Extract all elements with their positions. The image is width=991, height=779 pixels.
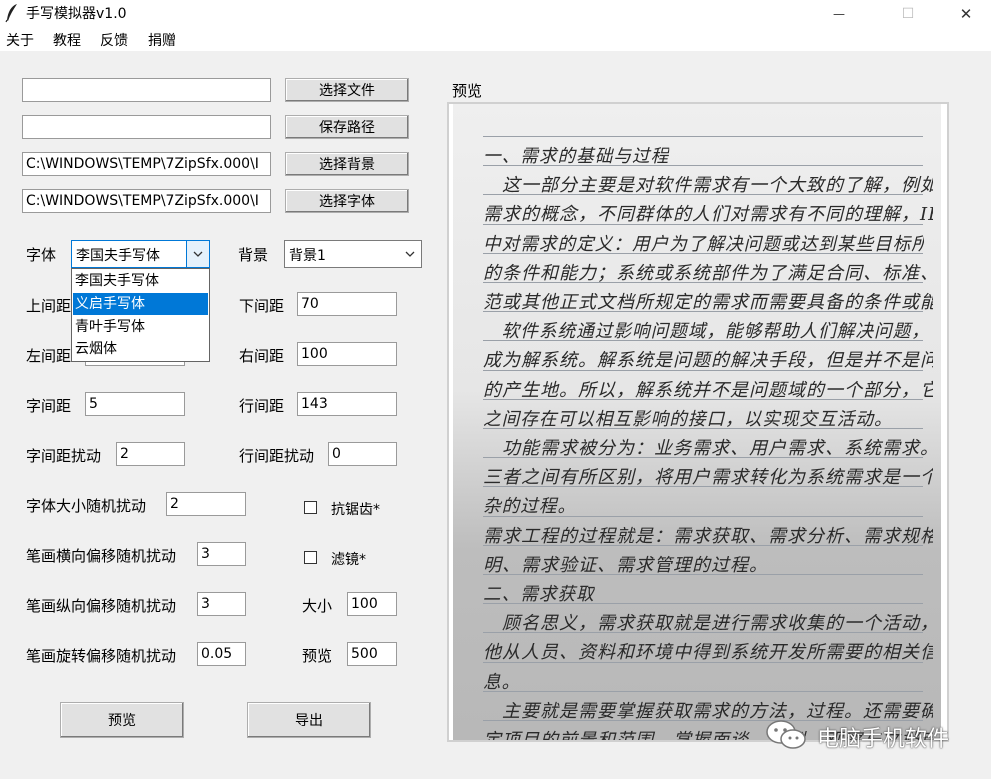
save-path-button[interactable]: 保存路径 [285,115,409,139]
select-background-button[interactable]: 选择背景 [285,152,409,176]
line-spacing-jitter-input[interactable]: 0 [328,442,397,466]
menu-tutorial[interactable]: 教程 [53,30,81,50]
chevron-down-icon[interactable] [186,241,209,267]
handwritten-line: 这一部分主要是对软件需求有一个大致的了解，例如 [483,175,933,197]
top-margin-label: 上间距 [26,297,72,315]
preview-image: 一、需求的基础与过程 这一部分主要是对软件需求有一个大致的了解，例如 需求的概念，… [447,102,949,742]
filter-checkbox[interactable] [304,551,317,564]
save-path-input[interactable] [22,115,271,139]
right-margin-input[interactable]: 100 [297,342,397,366]
title-bar: 手写模拟器v1.0 — ☐ ✕ [0,0,991,27]
preview-panel-label: 预览 [452,82,483,100]
background-select[interactable]: 背景1 [284,240,422,268]
stroke-v-jitter-label: 笔画纵向偏移随机扰动 [26,597,177,615]
char-spacing-label: 字间距 [26,397,72,415]
font-size-jitter-label: 字体大小随机扰动 [26,497,147,515]
background-path-input[interactable]: C:\WINDOWS\TEMP\7ZipSfx.000\I [22,152,271,176]
feather-icon [5,3,21,23]
size-input[interactable]: 100 [347,592,397,616]
handwritten-line: 之间存在可以相互影响的接口，以实现交互活动。 [483,408,893,430]
close-button[interactable]: ✕ [943,0,989,27]
handwritten-line: 的产生地。所以，解系统并不是问题域的一个部分，它们 [483,379,933,401]
font-label: 字体 [26,246,57,264]
filter-label: 滤镜* [331,552,366,568]
handwritten-line: 的条件和能力；系统或系统部件为了满足合同、标准、规 [483,262,933,284]
handwritten-line: 顾名思义，需求获取就是进行需求收集的一个活动， [483,613,933,635]
font-option[interactable]: 云烟体 [73,338,208,360]
handwritten-line: 需求工程的过程就是：需求获取、需求分析、需求规格说 [483,525,933,547]
background-select-value: 背景1 [289,248,326,264]
bottom-margin-input[interactable]: 70 [297,292,397,316]
window-title: 手写模拟器v1.0 [26,6,127,22]
handwritten-line: 成为解系统。解系统是问题的解决手段，但是并不是问题 [483,350,933,372]
handwritten-line: 功能需求被分为：业务需求、用户需求、系统需求。 [483,438,933,459]
wechat-icon [765,718,809,756]
handwritten-line: 范或其他正式文档所规定的需求而需要具备的条件或能力。 [483,292,933,313]
watermark-text: 电脑手机软件 [817,727,950,752]
size-label: 大小 [302,597,333,615]
font-path-input[interactable]: C:\WINDOWS\TEMP\7ZipSfx.000\I [22,189,271,213]
right-margin-label: 右间距 [239,347,285,365]
watermark: 电脑手机软件 [765,718,949,756]
font-option[interactable]: 李国夫手写体 [73,270,208,292]
antialias-checkbox[interactable] [304,501,317,514]
stroke-rot-jitter-input[interactable]: 0.05 [197,642,246,666]
line-spacing-input[interactable]: 143 [297,392,397,416]
antialias-label: 抗锯齿* [331,502,380,518]
close-icon: ✕ [959,4,973,23]
font-option-highlighted[interactable]: 义启手写体 [73,293,208,315]
select-font-button[interactable]: 选择字体 [285,189,409,213]
font-size-jitter-input[interactable]: 2 [166,492,246,516]
ruled-line [483,690,923,692]
handwritten-line: 他从人员、资料和环境中得到系统开发所需要的相关信 [483,642,933,664]
menu-about[interactable]: 关于 [6,30,34,50]
font-select-value: 李国夫手写体 [76,248,160,264]
left-margin-label: 左间距 [26,347,72,365]
chevron-down-icon[interactable] [399,241,421,267]
menu-feedback[interactable]: 反馈 [100,30,128,50]
ruled-line [483,136,923,137]
font-select[interactable]: 李国夫手写体 [71,240,210,268]
font-dropdown-list: 李国夫手写体 义启手写体 青叶手写体 云烟体 [71,268,210,362]
preview-button[interactable]: 预览 [60,702,184,738]
select-file-button[interactable]: 选择文件 [285,78,409,102]
stroke-h-jitter-input[interactable]: 3 [197,542,246,566]
minimize-icon: — [833,6,845,21]
char-spacing-input[interactable]: 5 [85,392,185,416]
maximize-button[interactable]: ☐ [885,0,931,27]
handwritten-line: 中对需求的定义：用户为了解决问题或达到某些目标所需要 [483,233,924,255]
handwritten-line: 二、需求获取 [483,584,595,605]
handwritten-line: 明、需求验证、需求管理的过程。 [483,554,768,576]
handwritten-line: 三者之间有所区别，将用户需求转化为系统需求是一个复 [483,467,933,489]
stroke-rot-jitter-label: 笔画旋转偏移随机扰动 [26,647,177,665]
stroke-v-jitter-input[interactable]: 3 [197,592,246,616]
char-spacing-jitter-input[interactable]: 2 [116,442,185,466]
line-spacing-jitter-label: 行间距扰动 [239,447,315,465]
stroke-h-jitter-label: 笔画横向偏移随机扰动 [26,547,177,565]
maximize-icon: ☐ [901,5,915,22]
handwritten-line: 软件系统通过影响问题域，能够帮助人们解决问题， [483,321,924,343]
background-label: 背景 [238,246,269,264]
line-spacing-label: 行间距 [239,397,285,415]
minimize-button[interactable]: — [816,0,862,27]
font-option[interactable]: 青叶手写体 [73,316,208,338]
menu-bar: 关于 教程 反馈 捐赠 [0,27,991,51]
handwritten-line: 息。 [483,671,521,693]
export-button[interactable]: 导出 [247,702,371,738]
menu-donate[interactable]: 捐赠 [148,30,176,50]
handwritten-page: 一、需求的基础与过程 这一部分主要是对软件需求有一个大致的了解，例如 需求的概念，… [453,104,941,740]
file-input[interactable] [22,78,271,102]
handwritten-line: 杂的过程。 [483,496,577,518]
bottom-margin-label: 下间距 [239,297,285,315]
preview-size-input[interactable]: 500 [347,642,397,666]
preview-size-label: 预览 [302,647,333,665]
handwritten-line: 一、需求的基础与过程 [483,146,670,167]
handwritten-line: 需求的概念，不同群体的人们对需求有不同的理解，IEEE [483,204,933,226]
char-spacing-jitter-label: 字间距扰动 [26,447,102,465]
